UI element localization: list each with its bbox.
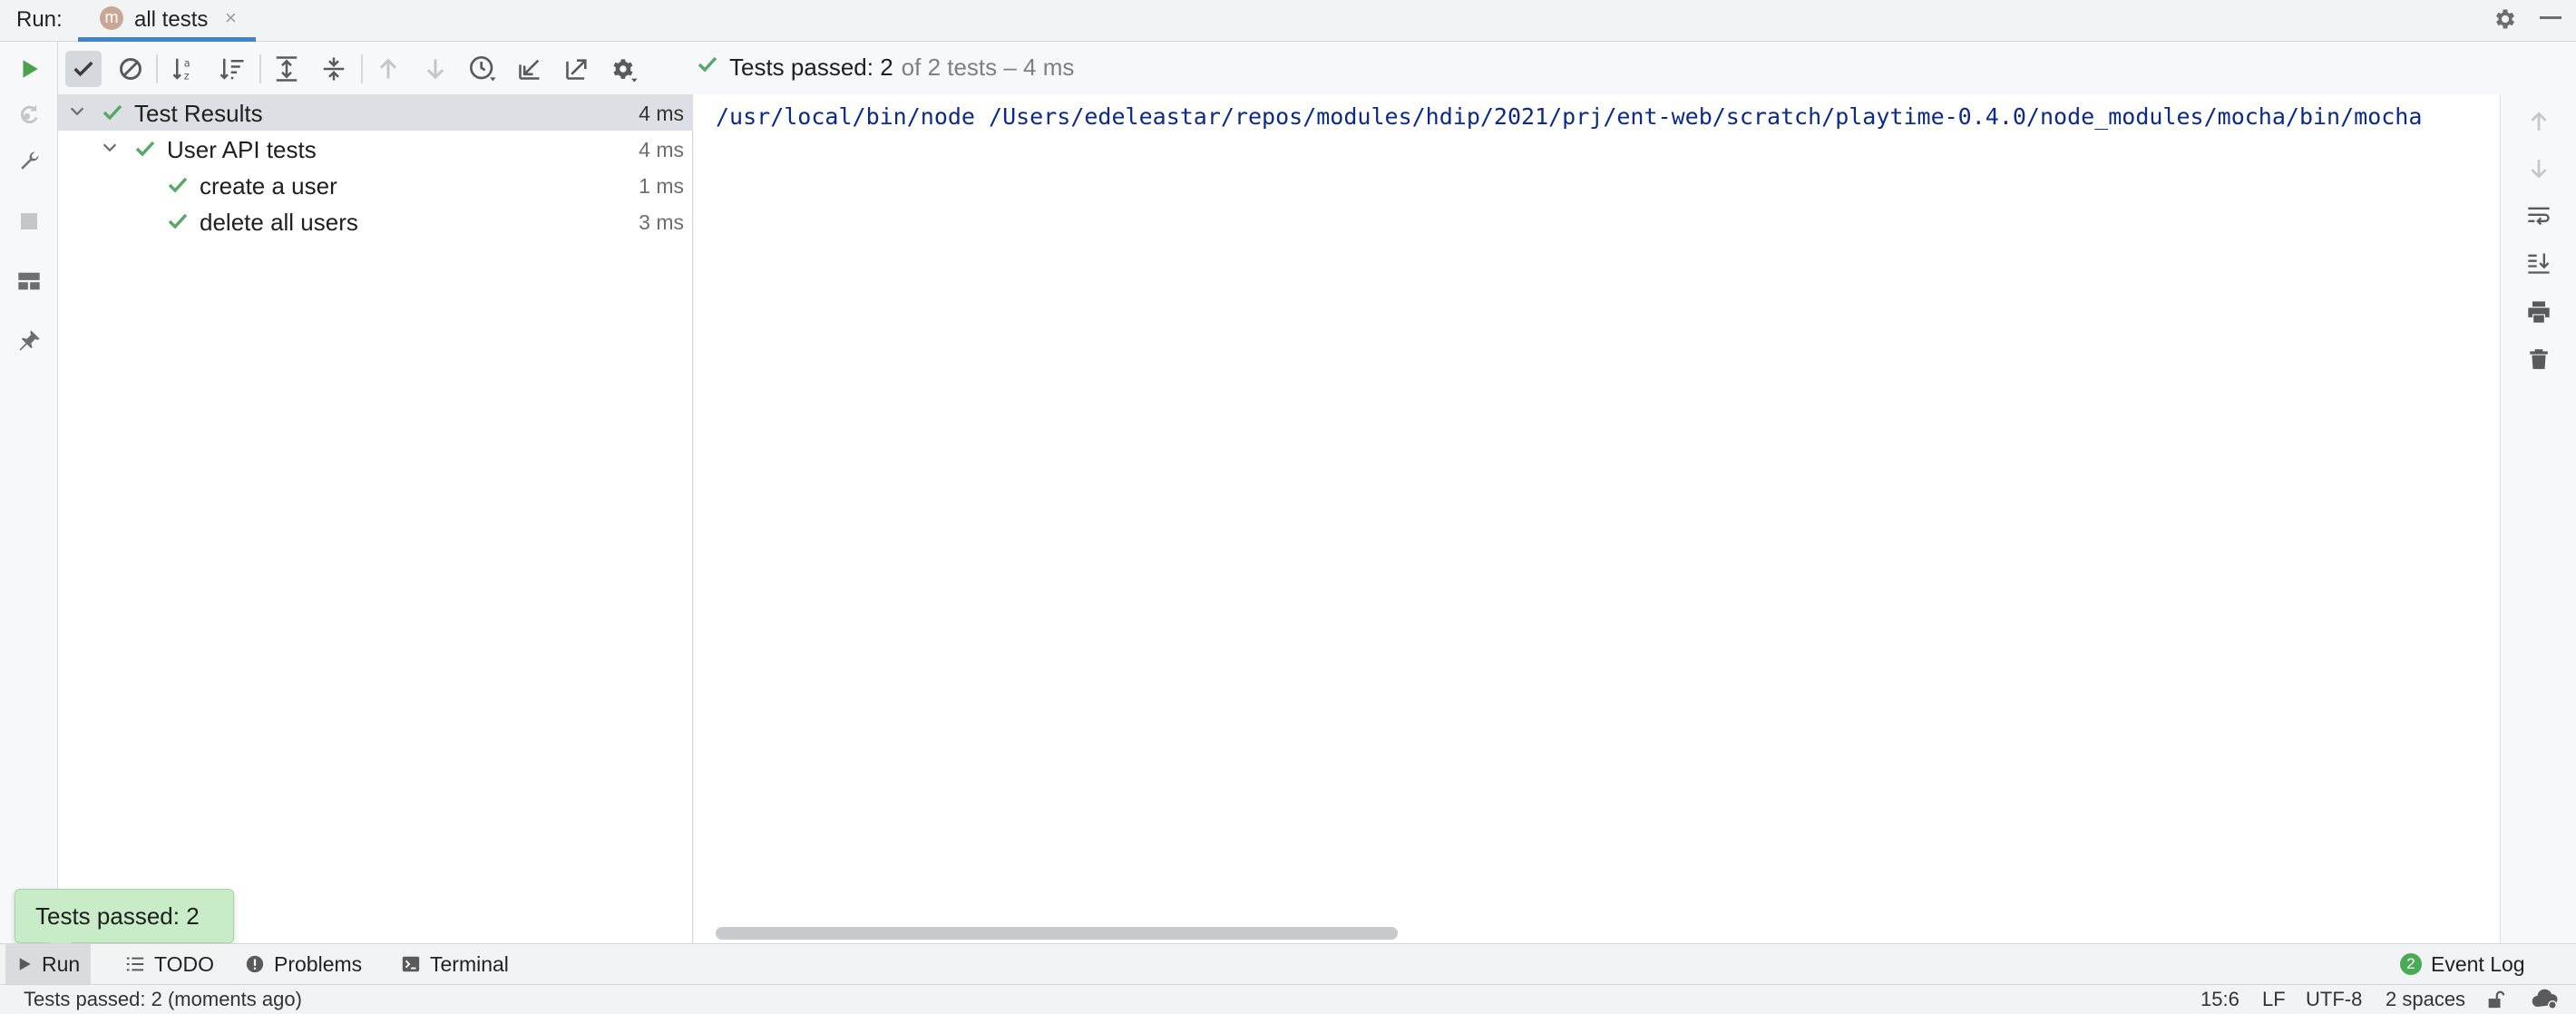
tree-row-suite[interactable]: User API tests 4 ms [58,131,693,167]
tool-tab-terminal[interactable]: Terminal [390,944,520,984]
balloon-text: Tests passed: 2 [35,902,200,930]
status-total: of 2 tests – 4 ms [901,54,1075,81]
tree-item-label: User API tests [167,136,317,163]
file-encoding[interactable]: UTF-8 [2306,988,2362,1011]
layout-icon[interactable] [13,265,45,297]
wrench-icon[interactable] [13,145,45,178]
tab-all-tests[interactable]: m all tests × [78,0,256,42]
left-action-strip [0,42,58,943]
tool-tab-label: Problems [274,951,363,976]
minimize-icon[interactable] [2540,16,2561,19]
tool-window-bar: Run TODO Problems Terminal 2 Event Log [0,943,2576,985]
print-icon[interactable] [2522,296,2555,328]
settings-gear-icon[interactable] [2493,6,2518,32]
scroll-down-arrow-icon[interactable] [2522,152,2555,185]
tool-tab-todo[interactable]: TODO [114,944,225,984]
tool-tab-label: Event Log [2431,951,2525,976]
ide-status-bar: Tests passed: 2 (moments ago) 15:6 LF UT… [0,985,2576,1014]
runner-settings-gear-icon[interactable] [606,51,642,87]
indent-setting[interactable]: 2 spaces [2386,988,2465,1011]
tree-item-label: delete all users [200,209,358,236]
event-log-count-badge: 2 [2400,953,2422,975]
scrollbar-thumb[interactable] [716,927,1398,940]
sort-by-duration-icon[interactable] [214,51,250,87]
status-message[interactable]: Tests passed: 2 (moments ago) [24,988,302,1011]
todo-list-icon [125,954,145,974]
tree-item-label: Test Results [134,100,263,127]
rerun-icon[interactable] [13,53,45,85]
cloud-sync-icon[interactable] [2531,989,2560,1014]
previous-failed-icon[interactable] [370,51,406,87]
tool-tab-label: TODO [154,951,215,976]
next-failed-icon[interactable] [417,51,454,87]
toolbar-separator [361,54,363,83]
line-ending[interactable]: LF [2262,988,2286,1011]
tree-row-test[interactable]: delete all users 3 ms [58,203,693,239]
passed-check-icon [167,174,189,196]
export-tests-icon[interactable] [559,51,595,87]
expand-all-icon[interactable] [268,51,305,87]
stop-icon[interactable] [13,205,45,238]
show-ignored-toggle[interactable] [112,51,149,87]
problems-warning-icon [245,954,265,974]
tests-passed-balloon: Tests passed: 2 [15,889,234,953]
passed-check-icon [102,102,123,123]
horizontal-scrollbar[interactable] [716,927,2484,940]
tree-row-test[interactable]: create a user 1 ms [58,167,693,203]
tree-item-duration: 1 ms [639,174,684,198]
soft-wrap-icon[interactable] [2522,200,2555,232]
run-tool-window-header: Run: m all tests × [0,0,2576,42]
chevron-down-icon[interactable] [67,102,87,122]
sort-alphabetically-icon[interactable]: az [167,51,203,87]
console-action-strip [2500,94,2576,943]
console-output[interactable]: /usr/local/bin/node /Users/edeleastar/re… [694,94,2499,943]
test-results-tree: Test Results 4 ms User API tests 4 ms cr… [58,94,693,943]
close-tab-icon[interactable]: × [225,6,237,30]
tool-tab-event-log[interactable]: 2 Event Log [2389,944,2536,984]
passed-check-icon [134,138,156,160]
svg-text:z: z [184,70,190,82]
mocha-icon: m [100,6,123,30]
rerun-failed-icon[interactable] [13,98,45,131]
toolbar-separator [156,54,158,83]
test-history-clock-icon[interactable] [464,51,501,87]
tool-tab-run[interactable]: Run [5,944,92,984]
show-passed-toggle[interactable] [65,51,102,87]
terminal-icon [401,954,421,974]
run-play-icon [16,956,33,972]
tool-tab-label: Terminal [430,951,509,976]
trash-icon[interactable] [2522,343,2555,375]
status-passed-count: Tests passed: 2 [729,54,893,81]
caret-position[interactable]: 15:6 [2200,988,2239,1011]
test-runner-toolbar: az Tests passed: 2 of 2 tests – 4 ms [58,42,2576,94]
tree-item-duration: 3 ms [639,210,684,234]
test-status-summary: Tests passed: 2 of 2 tests – 4 ms [697,54,1074,82]
import-tests-icon[interactable] [512,51,548,87]
toolbar-separator [259,54,261,83]
svg-text:a: a [184,58,190,70]
tab-title: all tests [134,7,209,32]
passed-check-icon [167,210,189,232]
tool-tab-label: Run [42,951,81,976]
tree-item-label: create a user [200,172,337,200]
collapse-all-icon[interactable] [316,51,352,87]
passed-check-icon [697,54,718,82]
console-command-line[interactable]: /usr/local/bin/node /Users/edeleastar/re… [716,103,2484,130]
run-label: Run: [16,7,63,32]
scroll-to-end-icon[interactable] [2522,247,2555,279]
scroll-up-arrow-icon[interactable] [2522,105,2555,138]
lock-icon[interactable] [2485,990,2505,1014]
pin-icon[interactable] [13,325,45,357]
tree-item-duration: 4 ms [639,102,684,125]
tool-tab-problems[interactable]: Problems [234,944,373,984]
tree-item-duration: 4 ms [639,138,684,161]
chevron-down-icon[interactable] [100,138,120,158]
tree-row-test-results[interactable]: Test Results 4 ms [58,94,693,131]
